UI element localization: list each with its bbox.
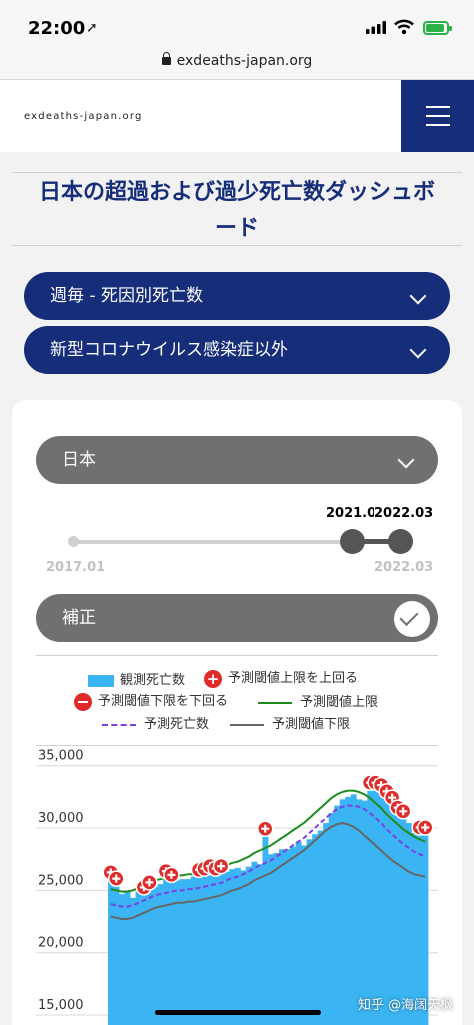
chart-bar <box>212 876 219 1025</box>
status-time: 22:00 <box>28 18 86 39</box>
lock-icon <box>161 52 171 65</box>
chart-bar <box>339 799 346 1025</box>
chart-bar <box>306 839 313 1025</box>
line-swatch-expected <box>102 723 136 726</box>
location-arrow-icon: ➚ <box>86 20 98 36</box>
chart-bar <box>317 830 324 1025</box>
range-end-label: 2022.03 <box>374 506 434 521</box>
chart-bar <box>334 805 341 1025</box>
cause-dropdown[interactable]: 新型コロナウイルス感染症以外 <box>24 326 450 374</box>
region-dropdown-value: 日本 <box>62 450 96 470</box>
plus-marker-icon: + <box>204 669 222 688</box>
home-indicator <box>155 1010 321 1015</box>
legend-below-lower: 予測閾値下限を下回る <box>74 690 228 711</box>
legend-upper-label: 予測閾値上限 <box>300 695 379 710</box>
chart-bar <box>345 796 352 1025</box>
legend-above-upper: + 予測閾値上限を上回る <box>204 667 358 688</box>
chart-bar <box>301 845 308 1025</box>
chevron-down-icon <box>397 451 415 469</box>
range-start-label: 2021.0 <box>326 506 377 521</box>
chart-bar <box>262 836 269 1025</box>
chart-bar <box>273 852 280 1025</box>
check-icon <box>399 606 419 627</box>
chart-bar <box>378 793 385 1025</box>
divider <box>36 655 438 656</box>
legend-observed-label: 観測死亡数 <box>120 673 186 688</box>
chart-bar <box>179 879 186 1025</box>
region-dropdown[interactable]: 日本 <box>36 436 438 484</box>
chart-bar <box>367 790 374 1025</box>
legend-expected: 予測死亡数 <box>102 713 209 732</box>
cause-dropdown-value: 新型コロナウイルス感染症以外 <box>50 340 288 360</box>
legend-expected-label: 予測死亡数 <box>144 717 210 732</box>
chart-bar <box>290 846 296 1025</box>
y-tick-label: 35,000 <box>38 749 84 764</box>
chart-bar <box>312 834 319 1025</box>
chart-bar <box>323 823 330 1025</box>
address-bar[interactable]: exdeaths-japan.org <box>0 48 474 80</box>
chart-bar <box>190 876 197 1025</box>
adjustment-label: 補正 <box>62 608 96 628</box>
bar-swatch-icon <box>88 674 114 687</box>
legend-lower-threshold: 予測閾値下限 <box>230 713 350 732</box>
y-tick-label: 20,000 <box>38 936 84 951</box>
watermark: 知乎 @海阔天枫 <box>358 998 454 1013</box>
url-text: exdeaths-japan.org <box>176 53 313 69</box>
chart-bar <box>251 861 258 1025</box>
adjustment-checkbox[interactable] <box>394 601 430 637</box>
chevron-down-icon <box>409 341 427 359</box>
adjustment-toggle[interactable]: 補正 <box>36 594 438 642</box>
range-slider-start-handle[interactable] <box>340 529 365 554</box>
legend-below-lower-label: 予測閾値下限を下回る <box>98 694 229 709</box>
metric-dropdown[interactable]: 週毎 - 死因別死亡数 <box>24 272 450 320</box>
wifi-icon <box>394 19 414 35</box>
line-swatch-lower <box>230 723 264 726</box>
chart-bar <box>108 880 114 1025</box>
signal-icon <box>366 21 386 34</box>
chart-bar <box>229 869 236 1025</box>
chart-bar <box>383 799 390 1025</box>
page-title-section: 日本の超過および過少死亡数ダッシュボード <box>12 172 462 246</box>
range-min-label: 2017.01 <box>46 560 106 575</box>
chart-bar <box>124 891 131 1025</box>
line-swatch-upper <box>258 701 292 704</box>
legend-lower-label: 予測閾値下限 <box>272 717 351 732</box>
chart-bar <box>328 813 335 1025</box>
chevron-down-icon <box>409 287 427 305</box>
hamburger-menu-button[interactable] <box>401 80 474 152</box>
deaths-chart: 35,000 30,000 25,000 20,000 15,000 <box>36 749 438 1025</box>
range-slider-min-marker <box>68 536 79 547</box>
legend-above-upper-label: 予測閾値上限を上回る <box>228 671 359 686</box>
site-logo-text[interactable]: exdeaths-japan.org <box>24 111 143 122</box>
chart-bar <box>279 849 285 1025</box>
y-tick-label: 15,000 <box>38 998 84 1013</box>
legend-observed: 観測死亡数 <box>88 669 185 688</box>
chart-bar <box>163 879 170 1025</box>
chart-bar <box>256 864 263 1025</box>
metric-dropdown-value: 週毎 - 死因別死亡数 <box>50 286 203 306</box>
range-max-label: 2022.03 <box>374 560 434 575</box>
chart-bar <box>245 866 252 1025</box>
chart-bar <box>218 874 225 1025</box>
y-tick-label: 25,000 <box>38 873 84 888</box>
chart-bar <box>295 841 302 1025</box>
chart-bar <box>268 854 274 1025</box>
legend-upper-threshold: 予測閾値上限 <box>258 691 378 710</box>
chart-bar <box>389 805 396 1025</box>
chart-bar <box>141 895 148 1025</box>
chart-bar <box>113 886 120 1025</box>
status-bar: 22:00 ➚ <box>0 0 474 48</box>
chart-bar <box>284 849 291 1025</box>
chart-bar <box>240 870 247 1025</box>
chart-bar <box>234 867 241 1025</box>
site-header: exdeaths-japan.org <box>0 80 474 152</box>
y-tick-label: 30,000 <box>38 811 84 826</box>
battery-icon <box>423 21 452 35</box>
minus-marker-icon <box>74 692 92 711</box>
range-slider-end-handle[interactable] <box>388 529 413 554</box>
chart-bar <box>135 891 142 1025</box>
chart-bar <box>119 894 125 1025</box>
page-title: 日本の超過および過少死亡数ダッシュボード <box>38 180 435 241</box>
chart-bar <box>372 790 379 1025</box>
